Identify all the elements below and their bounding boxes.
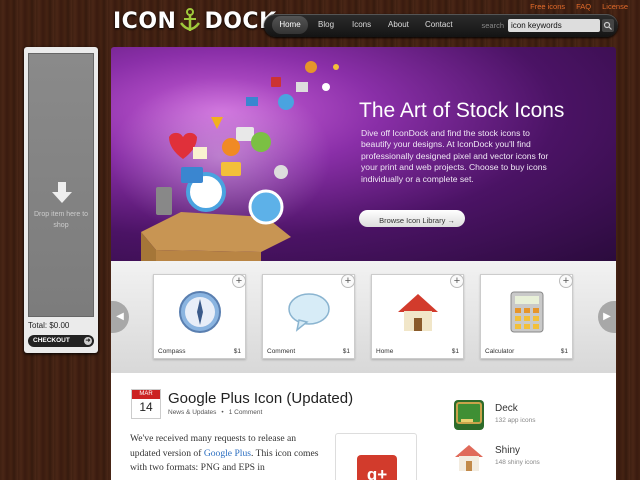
icon-card-calculator[interactable]: + Calculator $1	[480, 274, 573, 359]
search-input[interactable]	[508, 19, 600, 32]
checkout-button[interactable]: CHECKOUT ➜	[28, 335, 94, 347]
cart-total: Total: $0.00	[28, 321, 70, 330]
drop-zone-text: Drop item here to shop	[33, 211, 89, 229]
set-count: 148 shiny icons	[495, 459, 540, 466]
card-name: Compass	[158, 348, 186, 355]
icon-box-illustration-icon	[111, 61, 339, 261]
main-content: MAR 14 Google Plus Icon (Updated) News &…	[111, 373, 616, 480]
home-icon	[398, 294, 438, 331]
nav-icons[interactable]: Icons	[352, 20, 371, 29]
comment-bubble-icon	[288, 293, 330, 332]
icon-card-compass[interactable]: + Compass $1	[153, 274, 246, 359]
icon-set-shiny[interactable]: Shiny 148 shiny icons	[453, 441, 613, 473]
faq-link[interactable]: FAQ	[576, 2, 591, 11]
nav-home[interactable]: Home	[272, 16, 308, 34]
shopping-cart: Drop item here to shop Total: $0.00 CHEC…	[24, 47, 98, 353]
add-to-cart-icon[interactable]: +	[341, 274, 355, 288]
logo-text-icon: ICON	[113, 8, 177, 34]
shiny-home-icon	[455, 445, 483, 471]
arrow-right-icon: ➜	[84, 337, 92, 345]
card-price: $1	[560, 348, 568, 355]
compass-icon	[179, 291, 221, 333]
post-thumbnail[interactable]: g+	[335, 433, 417, 480]
card-price: $1	[233, 348, 241, 355]
set-title: Deck	[495, 403, 518, 414]
free-icons-link[interactable]: Free icons	[530, 2, 565, 11]
add-to-cart-icon[interactable]: +	[450, 274, 464, 288]
google-plus-link[interactable]: Google Plus	[204, 448, 251, 459]
post-title[interactable]: Google Plus Icon (Updated)	[168, 390, 353, 407]
set-count: 132 app icons	[495, 417, 536, 424]
drop-zone[interactable]: Drop item here to shop	[28, 53, 94, 317]
browse-library-button[interactable]: Browse Icon Library →	[359, 210, 465, 227]
post-month: MAR	[132, 390, 160, 399]
hero-description: Dive off IconDock and find the stock ico…	[361, 128, 549, 184]
logo[interactable]: ICON DOCK	[113, 8, 277, 34]
google-plus-icon: g+	[357, 455, 397, 480]
arrow-down-icon	[52, 182, 72, 203]
hero-banner: The Art of Stock Icons Dive off IconDock…	[111, 47, 616, 261]
icon-card-comment[interactable]: + Comment $1	[262, 274, 355, 359]
set-title: Shiny	[495, 445, 521, 456]
card-name: Comment	[267, 348, 296, 355]
search-icon	[603, 21, 612, 30]
license-link[interactable]: License	[602, 2, 628, 11]
calculator-icon	[510, 291, 544, 333]
add-to-cart-icon[interactable]: +	[559, 274, 573, 288]
hero-title: The Art of Stock Icons	[359, 99, 565, 122]
card-price: $1	[451, 348, 459, 355]
comments-link[interactable]: 1 Comment	[229, 409, 263, 416]
add-to-cart-icon[interactable]: +	[232, 274, 246, 288]
carousel-prev-button[interactable]: ◀	[111, 301, 129, 333]
category-link[interactable]: News & Updates	[168, 409, 216, 416]
search-label: search	[481, 21, 504, 30]
card-name: Home	[376, 348, 394, 355]
deck-icon	[454, 400, 484, 430]
icon-set-deck[interactable]: Deck 132 app icons	[453, 399, 613, 431]
post-date: MAR 14	[131, 389, 161, 419]
top-links: Free icons FAQ License	[530, 2, 628, 11]
card-name: Calculator	[485, 348, 515, 355]
nav-contact[interactable]: Contact	[425, 20, 453, 29]
post-meta: News & Updates • 1 Comment	[168, 409, 262, 416]
post-body: We've received many requests to release …	[130, 432, 325, 476]
main-nav: Home Blog Icons About Contact search	[264, 14, 618, 37]
search-button[interactable]	[602, 19, 614, 32]
featured-icons-carousel: ◀ + Compass $1 + Comment $1 + Home $1 +	[111, 261, 616, 373]
nav-blog[interactable]: Blog	[318, 20, 334, 29]
card-price: $1	[342, 348, 350, 355]
post-day: 14	[139, 400, 153, 414]
separator-icon: •	[221, 409, 224, 416]
checkout-label: CHECKOUT	[33, 337, 70, 344]
carousel-next-button[interactable]: ▶	[598, 301, 616, 333]
nav-about[interactable]: About	[388, 20, 409, 29]
icon-card-home[interactable]: + Home $1	[371, 274, 464, 359]
anchor-icon	[180, 8, 201, 31]
